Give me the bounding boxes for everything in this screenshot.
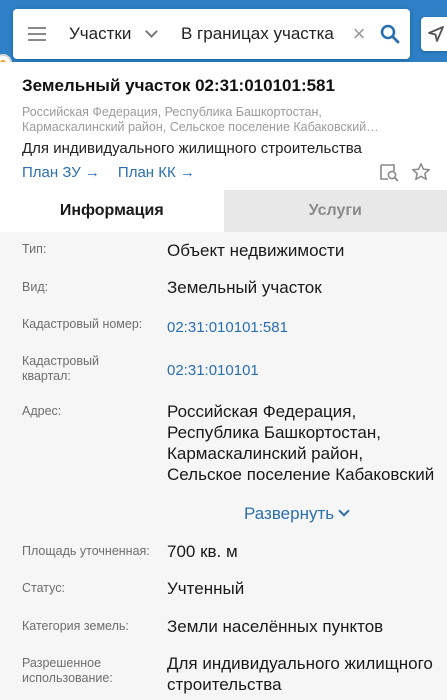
property-label: Адрес: [22,404,62,418]
object-address: Российская Федерация, Республика Башкорт… [22,105,379,134]
expand-link[interactable]: Развернуть [244,504,350,524]
search-bar: Участки В границах участка × [13,9,410,59]
property-value: Учтенный [167,579,245,598]
layer-select-label: Участки [69,24,132,43]
plan-zu-link[interactable]: План ЗУ → [22,164,100,181]
property-label: Площадь уточненная: [22,544,150,558]
star-icon[interactable] [411,162,431,182]
property-value: Для индивидуального жилищного строительс… [167,654,433,694]
layer-select[interactable]: Участки [61,9,171,59]
object-title: Земельный участок 02:31:010101:581 [22,76,335,95]
cadastral-quarter-link[interactable]: 02:31:010101 [167,360,437,381]
cadastral-number-link[interactable]: 02:31:010101:581 [167,317,437,338]
info-tabs: Информация Услуги [0,190,447,232]
plan-kk-link[interactable]: План КК → [118,164,195,181]
property-value: Объект недвижимости [167,241,345,260]
close-icon[interactable]: × [348,9,370,59]
chevron-down-icon [338,505,350,517]
property-value: 700 кв. м [167,542,238,561]
map-search-icon[interactable] [379,162,399,182]
property-value: Земли населённых пунктов [167,617,384,636]
card-actions [379,162,431,182]
location-arrow-icon [428,26,444,42]
property-value: Земельный участок [167,278,322,297]
chevron-down-icon [145,25,159,38]
properties-list: Тип: Объект недвижимости Вид: Земельный … [0,232,447,700]
menu-icon[interactable] [13,9,61,59]
search-icon[interactable] [370,9,410,59]
property-label: Тип: [22,242,47,256]
property-label: Вид: [22,280,49,294]
expand-label: Развернуть [244,504,335,523]
property-label: Разрешенное использование: [22,656,113,685]
tab-information[interactable]: Информация [0,190,224,232]
property-label: Кадастровый номер: [22,317,143,331]
search-input[interactable]: В границах участка [171,24,348,44]
tab-services[interactable]: Услуги [223,190,447,232]
property-label: Статус: [22,581,65,595]
locate-button[interactable] [421,17,447,51]
property-label: Кадастровый квартал: [22,354,99,383]
property-label: Категория земель: [22,619,129,633]
property-value: Российская Федерация, Республика Башкорт… [167,402,435,487]
object-purpose: Для индивидуального жилищного строительс… [22,140,362,157]
